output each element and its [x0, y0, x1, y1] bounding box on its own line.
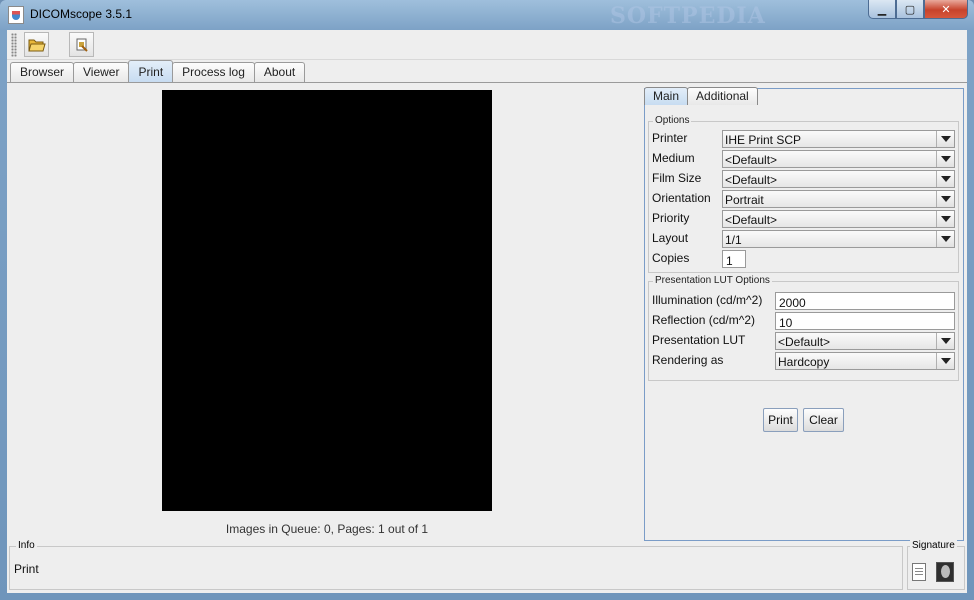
info-title: Info	[16, 540, 37, 551]
tab-browser[interactable]: Browser	[10, 62, 75, 82]
window-controls: ▁ ▢ ✕	[868, 0, 968, 19]
toolbar	[7, 30, 967, 60]
options-group-title: Options	[653, 115, 692, 126]
medium-select[interactable]: <Default>	[722, 150, 955, 168]
presentation-lut-group: Presentation LUT Options Illumination (c…	[648, 275, 959, 381]
copies-label: Copies	[652, 251, 690, 265]
options-group: Options Printer IHE Print SCP Medium <De…	[648, 115, 959, 273]
tab-about[interactable]: About	[253, 62, 306, 82]
orientation-label: Orientation	[652, 191, 711, 205]
clear-button[interactable]: Clear	[803, 408, 844, 432]
presentation-lut-select[interactable]: <Default>	[775, 332, 955, 350]
panel-subtabs: Main Additional	[644, 87, 758, 105]
film-size-label: Film Size	[652, 171, 702, 185]
illumination-label: Illumination (cd/m^2)	[652, 293, 763, 307]
softpedia-watermark: SOFTPEDIA	[610, 3, 766, 29]
rendering-value: Hardcopy	[778, 355, 830, 369]
copies-field[interactable]: 1	[722, 250, 746, 268]
layout-value: 1/1	[725, 233, 742, 247]
rendering-label: Rendering as	[652, 353, 724, 367]
reflection-value: 10	[779, 316, 793, 330]
orientation-value: Portrait	[725, 193, 764, 207]
toolbar-grip[interactable]	[11, 33, 17, 57]
tab-divider	[7, 82, 967, 83]
tab-process-log[interactable]: Process log	[172, 62, 255, 82]
orientation-select[interactable]: Portrait	[722, 190, 955, 208]
main-tabs: Browser Viewer Print Process log About	[10, 60, 306, 82]
tab-print[interactable]: Print	[128, 60, 174, 82]
print-queue-button[interactable]	[69, 32, 94, 57]
illumination-value: 2000	[779, 296, 806, 310]
close-button[interactable]: ✕	[924, 0, 968, 19]
print-button[interactable]: Print	[763, 408, 798, 432]
medium-label: Medium	[652, 151, 695, 165]
film-size-select[interactable]: <Default>	[722, 170, 955, 188]
print-options-panel: Options Printer IHE Print SCP Medium <De…	[644, 88, 964, 541]
printer-value: IHE Print SCP	[725, 133, 802, 147]
medium-value: <Default>	[725, 153, 778, 167]
signature-title: Signature	[910, 540, 957, 551]
chevron-down-icon[interactable]	[936, 353, 954, 369]
printer-select[interactable]: IHE Print SCP	[722, 130, 955, 148]
priority-select[interactable]: <Default>	[722, 210, 955, 228]
app-window: DICOMscope 3.5.1 SOFTPEDIA ▁ ▢ ✕ Browser…	[0, 0, 974, 600]
window-title: DICOMscope 3.5.1	[30, 7, 133, 21]
chevron-down-icon[interactable]	[936, 231, 954, 247]
subtab-additional[interactable]: Additional	[687, 87, 758, 105]
lut-group-title: Presentation LUT Options	[653, 275, 772, 286]
rendering-select[interactable]: Hardcopy	[775, 352, 955, 370]
chevron-down-icon[interactable]	[936, 211, 954, 227]
client-area: Browser Viewer Print Process log About I…	[7, 30, 967, 593]
maximize-button[interactable]: ▢	[896, 0, 924, 19]
reflection-field[interactable]: 10	[775, 312, 955, 330]
java-app-icon	[8, 6, 24, 24]
portrait-icon[interactable]	[936, 562, 954, 582]
chevron-down-icon[interactable]	[936, 171, 954, 187]
presentation-lut-label: Presentation LUT	[652, 333, 746, 347]
printer-label: Printer	[652, 131, 688, 145]
layout-label: Layout	[652, 231, 689, 245]
presentation-lut-value: <Default>	[778, 335, 831, 349]
tab-viewer[interactable]: Viewer	[73, 62, 130, 82]
chevron-down-icon[interactable]	[936, 151, 954, 167]
document-icon[interactable]	[912, 563, 926, 581]
title-bar[interactable]: DICOMscope 3.5.1 SOFTPEDIA ▁ ▢ ✕	[0, 0, 974, 30]
open-folder-button[interactable]	[24, 32, 49, 57]
chevron-down-icon[interactable]	[936, 333, 954, 349]
folder-open-icon	[27, 39, 46, 51]
chevron-down-icon[interactable]	[936, 131, 954, 147]
info-text: Print	[14, 562, 39, 576]
reflection-label: Reflection (cd/m^2)	[652, 313, 755, 327]
minimize-button[interactable]: ▁	[868, 0, 896, 19]
chevron-down-icon[interactable]	[936, 191, 954, 207]
subtab-main[interactable]: Main	[644, 87, 689, 105]
signature-panel: Signature	[907, 540, 965, 590]
print-preview-canvas[interactable]	[162, 90, 492, 511]
film-size-value: <Default>	[725, 173, 778, 187]
illumination-field[interactable]: 2000	[775, 292, 955, 310]
info-panel: Info Print	[9, 540, 903, 590]
priority-value: <Default>	[725, 213, 778, 227]
priority-label: Priority	[652, 211, 690, 225]
copies-value: 1	[726, 254, 733, 268]
layout-select[interactable]: 1/1	[722, 230, 955, 248]
print-queue-icon	[76, 38, 88, 52]
queue-status: Images in Queue: 0, Pages: 1 out of 1	[225, 522, 429, 536]
